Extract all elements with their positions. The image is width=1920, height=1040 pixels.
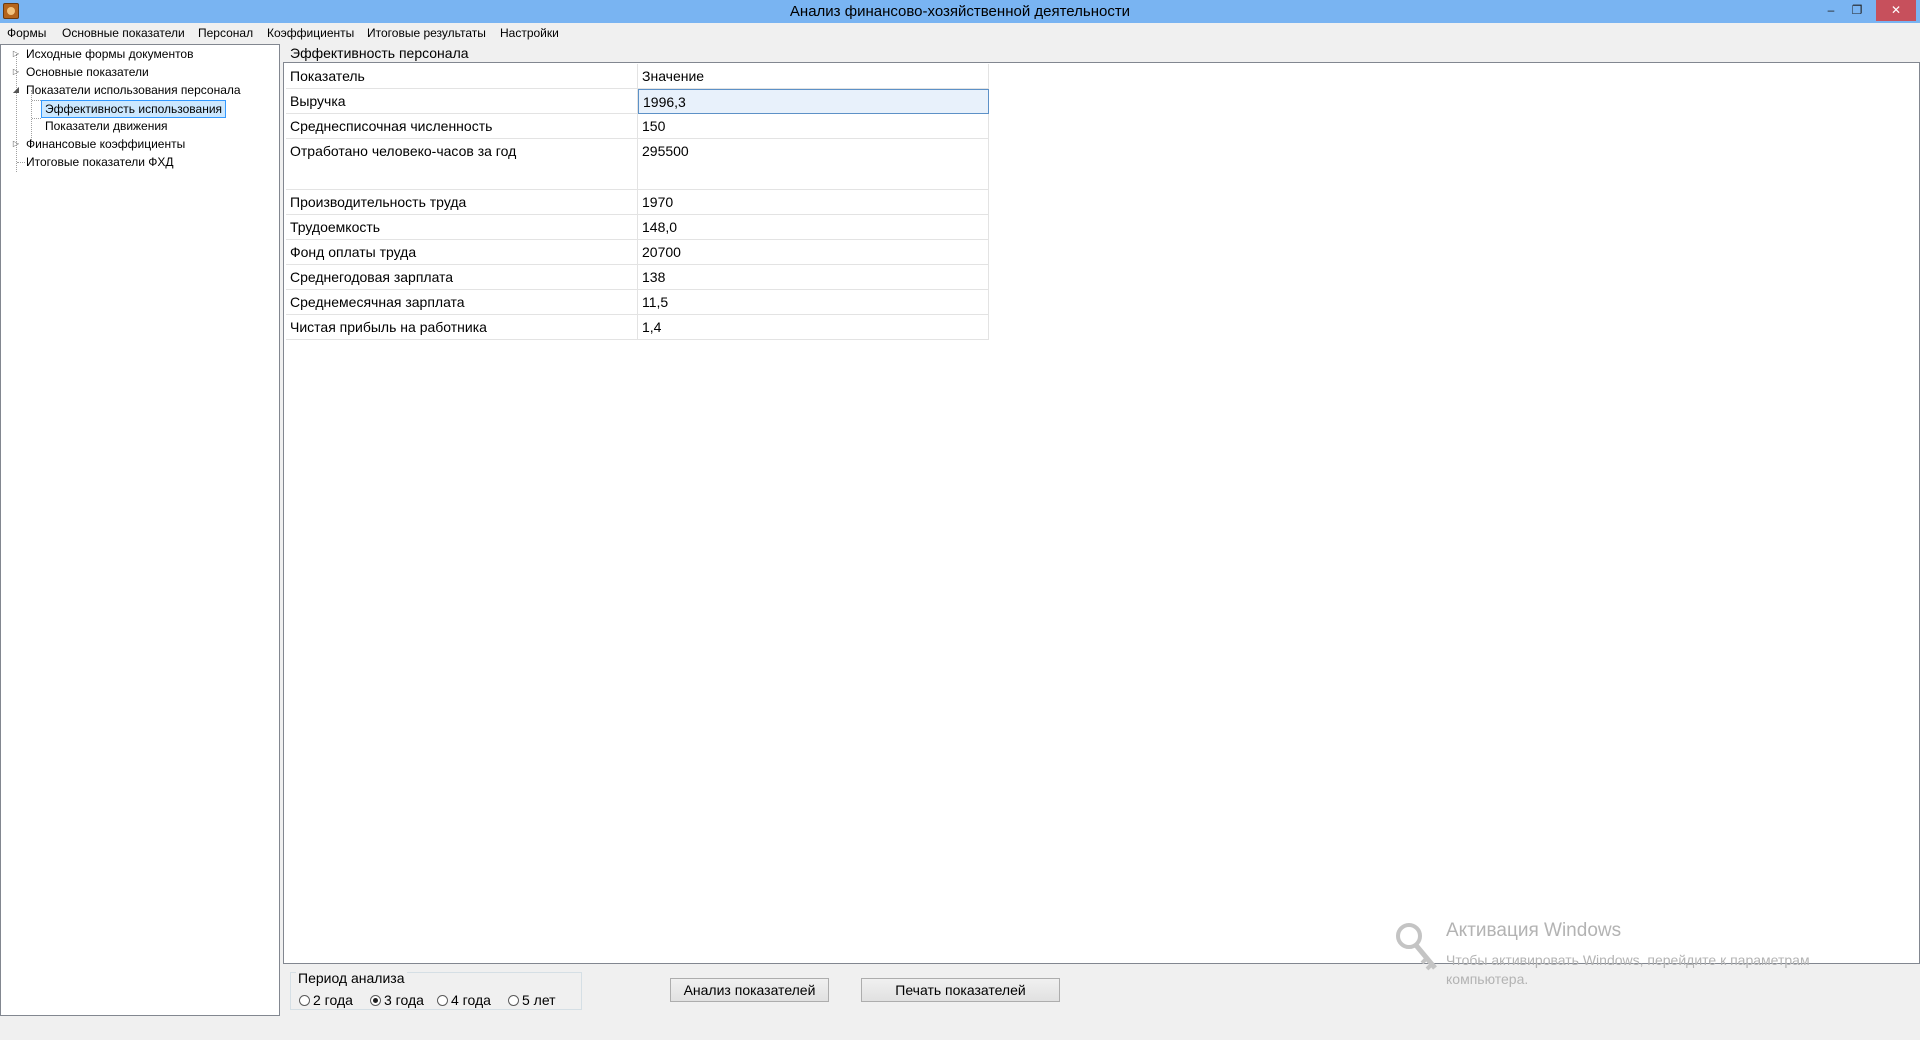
grid-cell-value[interactable]: 295500 (638, 139, 989, 190)
analyze-indicators-button[interactable]: Анализ показателей (670, 978, 829, 1002)
grid-cell-value[interactable]: 1970 (638, 190, 989, 215)
grid-cell-indicator[interactable]: Среднегодовая зарплата (286, 265, 638, 290)
radio-label: 3 года (384, 992, 424, 1008)
tree-item-label: Эффективность использования (41, 100, 227, 118)
period-radio-5-years[interactable]: 5 лет (508, 992, 556, 1008)
grid-cell-value[interactable]: 148,0 (638, 215, 989, 240)
navigation-tree: ▷ Исходные формы документов ▷ Основные п… (0, 44, 280, 1016)
menu-coefficients[interactable]: Коэффициенты (265, 23, 356, 43)
radio-icon[interactable] (437, 995, 448, 1006)
radio-label: 5 лет (522, 992, 556, 1008)
tree-item-personnel-usage[interactable]: ◢ Показатели использования персонала (1, 81, 279, 99)
tree-item-label: Показатели использования персонала (26, 83, 241, 97)
grid-cell-indicator[interactable]: Выручка (286, 89, 638, 114)
tree-item-main-indicators[interactable]: ▷ Основные показатели (1, 63, 279, 81)
window-title: Анализ финансово-хозяйственной деятельно… (789, 3, 1131, 20)
radio-label: 2 года (313, 992, 353, 1008)
menu-personnel[interactable]: Персонал (196, 23, 255, 43)
grid-cell-indicator[interactable]: Отработано человеко-часов за год (286, 139, 638, 190)
grid-cell-indicator[interactable]: Чистая прибыль на работника (286, 315, 638, 340)
period-label: Период анализа (296, 970, 407, 986)
grid-header-indicator[interactable]: Показатель (286, 64, 638, 89)
radio-icon[interactable] (299, 995, 310, 1006)
tree-item-label: Итоговые показатели ФХД (26, 155, 174, 169)
radio-selected-icon[interactable] (370, 995, 381, 1006)
tree-item-usage-efficiency[interactable]: Эффективность использования (1, 99, 279, 118)
grid-cell-indicator[interactable]: Фонд оплаты труда (286, 240, 638, 265)
close-button[interactable]: ✕ (1876, 0, 1916, 21)
menu-forms[interactable]: Формы (5, 23, 48, 43)
period-radio-2-years[interactable]: 2 года (299, 992, 353, 1008)
minimize-button[interactable]: – (1818, 0, 1844, 21)
tree-item-label: Показатели движения (45, 119, 168, 133)
tree-item-source-forms[interactable]: ▷ Исходные формы документов (1, 45, 279, 63)
activation-text: Чтобы активировать Windows, перейдите к … (1446, 952, 1810, 968)
tree-item-financial-coefficients[interactable]: ▷ Финансовые коэффициенты (1, 135, 279, 153)
radio-icon[interactable] (508, 995, 519, 1006)
menu-main-indicators[interactable]: Основные показатели (60, 23, 187, 43)
grid-cell-value[interactable]: 20700 (638, 240, 989, 265)
key-icon (1396, 923, 1437, 971)
radio-label: 4 года (451, 992, 491, 1008)
tree-item-final-indicators[interactable]: Итоговые показатели ФХД (1, 153, 279, 171)
period-radio-4-years[interactable]: 4 года (437, 992, 491, 1008)
expand-arrow-icon[interactable]: ▷ (12, 135, 20, 153)
grid-cell-indicator[interactable]: Трудоемкость (286, 215, 638, 240)
tree-item-label: Основные показатели (26, 65, 149, 79)
expand-arrow-icon[interactable]: ▷ (12, 45, 20, 63)
grid-cell-value[interactable]: 1,4 (638, 315, 989, 340)
grid-header-value[interactable]: Значение (638, 64, 989, 89)
grid-cell-value[interactable]: 1996,3 (638, 89, 989, 114)
tree-item-label: Финансовые коэффициенты (26, 137, 186, 151)
menu-settings[interactable]: Настройки (498, 23, 561, 43)
grid-cell-value[interactable]: 138 (638, 265, 989, 290)
panel-title: Эффективность персонала (290, 45, 469, 61)
grid-cell-value[interactable]: 11,5 (638, 290, 989, 315)
expand-arrow-icon[interactable]: ▷ (12, 63, 20, 81)
collapse-arrow-icon[interactable]: ◢ (12, 81, 20, 99)
activation-text: компьютера. (1446, 971, 1529, 987)
activation-title: Активация Windows (1446, 920, 1622, 941)
grid-cell-indicator[interactable]: Среднемесячная зарплата (286, 290, 638, 315)
print-indicators-button[interactable]: Печать показателей (861, 978, 1060, 1002)
grid-cell-indicator[interactable]: Среднесписочная численность (286, 114, 638, 139)
tree-item-label: Исходные формы документов (26, 47, 194, 61)
indicators-grid-panel: Показатель Значение Выручка 1996,3 Средн… (283, 62, 1920, 964)
restore-button[interactable]: ❐ (1844, 0, 1870, 21)
grid-cell-indicator[interactable]: Производительность труда (286, 190, 638, 215)
menu-bar: Формы Основные показатели Персонал Коэфф… (0, 23, 1920, 43)
tree-item-movement[interactable]: Показатели движения (1, 117, 279, 135)
grid-cell-value[interactable]: 150 (638, 114, 989, 139)
menu-results[interactable]: Итоговые результаты (365, 23, 488, 43)
title-bar: Анализ финансово-хозяйственной деятельно… (0, 0, 1920, 23)
period-radio-3-years[interactable]: 3 года (370, 992, 424, 1008)
